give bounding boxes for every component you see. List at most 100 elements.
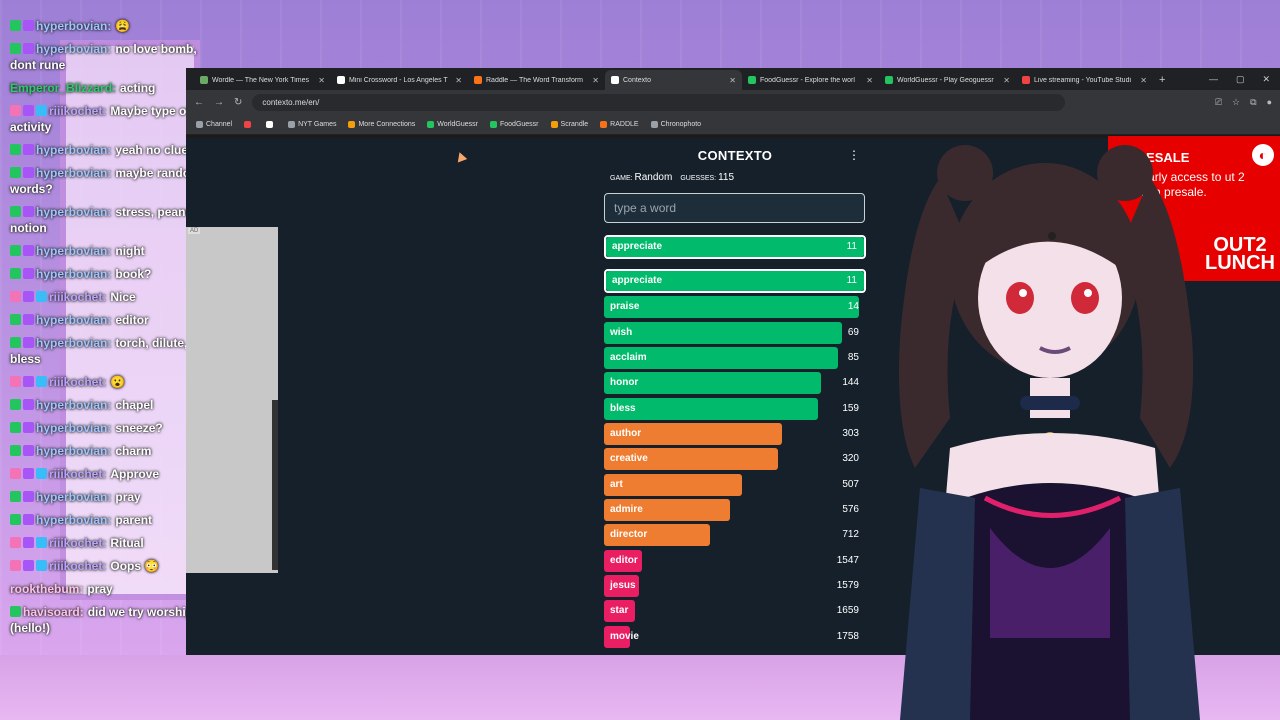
guess-word: acclaim xyxy=(610,352,647,364)
close-window-icon[interactable]: ✕ xyxy=(1262,74,1270,85)
browser-tab[interactable]: Raddle — The Word Transform ✕ xyxy=(468,70,605,90)
chat-text: charm xyxy=(115,444,152,458)
chat-message: hyperbovian: charm xyxy=(10,443,215,459)
chat-text: acting xyxy=(120,81,156,95)
presale-brand: OUT2 LUNCH xyxy=(1205,234,1275,274)
bookmark-item[interactable]: FoodGuessr xyxy=(490,121,539,128)
guess-rank: 159 xyxy=(842,402,859,414)
tab-close-icon[interactable]: ✕ xyxy=(1140,76,1147,85)
guess-row: wish 69 xyxy=(604,321,866,344)
url-field[interactable]: contexto.me/en/ xyxy=(252,94,1065,111)
tab-strip: Wordle — The New York Times ✕ Mini Crosswo… xyxy=(186,68,1280,90)
reload-icon[interactable]: ↻ xyxy=(234,97,242,108)
word-input[interactable] xyxy=(604,193,865,223)
chat-message: hyperbovian: 😩 xyxy=(10,18,215,34)
bookmark-icon xyxy=(650,121,658,128)
tab-close-icon[interactable]: ✕ xyxy=(1003,76,1010,85)
chat-message: hyperbovian: stress, peanut, notion xyxy=(10,204,215,236)
guess-word: wish xyxy=(610,326,633,338)
guess-rank: 1758 xyxy=(836,630,859,642)
bookmarks-bar: Channel NYT Games More Connections WorldGue… xyxy=(186,115,1280,135)
chat-username: hyperbovian: xyxy=(36,398,112,412)
tab-close-icon[interactable]: ✕ xyxy=(866,76,873,85)
tab-title: FoodGuessr - Explore the worl xyxy=(760,76,855,84)
chat-username: hyperbovian: xyxy=(36,444,112,458)
chat-badge-icon xyxy=(10,491,21,502)
chat-username: rookthebum: xyxy=(10,582,84,596)
profile-icon[interactable]: ● xyxy=(1267,97,1272,108)
bookmark-icon xyxy=(490,121,497,128)
bookmark-icon xyxy=(600,121,608,128)
bookmark-label: Chronophoto xyxy=(660,121,702,128)
forward-icon[interactable]: → xyxy=(214,97,224,108)
browser-tab[interactable]: Mini Crossword - Los Angeles T ✕ xyxy=(331,70,468,90)
bookmark-item[interactable]: Chronophoto xyxy=(650,121,702,128)
chat-message: riiikochet: Approve xyxy=(10,466,215,482)
menu-kebab-icon[interactable]: ⋮ xyxy=(848,148,860,162)
tab-favicon-icon xyxy=(748,76,756,84)
tab-title: Mini Crossword - Los Angeles T xyxy=(349,76,448,84)
bookmark-item[interactable]: Scrandle xyxy=(550,121,588,128)
guess-word: editor xyxy=(610,554,638,566)
chat-badges xyxy=(10,312,36,328)
bookmark-icon xyxy=(288,121,296,128)
guess-row: bless 159 xyxy=(604,397,866,420)
bookmark-item[interactable]: WorldGuessr xyxy=(427,121,478,128)
tab-favicon-icon xyxy=(611,76,619,84)
contexto-app: CONTEXTO ⋮ GAME: Random GUESSES: 115 app… xyxy=(604,138,866,655)
chat-badge-icon xyxy=(23,245,34,256)
guess-rank: 320 xyxy=(842,453,859,465)
browser-tab[interactable]: FoodGuessr - Explore the worl ✕ xyxy=(742,70,879,90)
chat-message: hyperbovian: editor xyxy=(10,312,215,328)
chat-username: hyperbovian: xyxy=(36,421,112,435)
guess-rank: 303 xyxy=(842,428,859,440)
chat-badge-icon xyxy=(23,105,34,116)
chat-badge-icon xyxy=(10,445,21,456)
tab-close-icon[interactable]: ✕ xyxy=(592,76,599,85)
browser-tab[interactable]: Wordle — The New York Times ✕ xyxy=(194,70,331,90)
chat-badge-icon xyxy=(10,337,21,348)
bookmark-icon xyxy=(196,121,203,128)
bookmark-item[interactable] xyxy=(244,121,254,128)
bookmark-item[interactable]: Channel xyxy=(196,121,232,128)
guess-rank: 1579 xyxy=(836,580,859,592)
chat-text: parent xyxy=(115,513,153,527)
chat-username: hyperbovian: xyxy=(36,166,112,180)
new-tab-icon[interactable]: + xyxy=(1153,74,1165,90)
guess-row: author 303 xyxy=(604,423,866,446)
app-title: CONTEXTO xyxy=(697,147,773,163)
bookmark-item[interactable]: NYT Games xyxy=(288,121,336,128)
tab-close-icon[interactable]: ✕ xyxy=(455,76,462,85)
guess-rank: 144 xyxy=(842,377,859,389)
left-ad-banner[interactable] xyxy=(186,227,278,573)
bookmark-star-icon[interactable]: ☆ xyxy=(1232,97,1240,108)
bookmark-item[interactable] xyxy=(266,121,276,128)
chat-username: hyperbovian: xyxy=(36,143,112,157)
guess-word: appreciate xyxy=(612,275,663,286)
bookmark-item[interactable]: RADDLE xyxy=(600,121,639,128)
extensions-icon[interactable]: ⧉ xyxy=(1250,97,1256,108)
back-icon[interactable]: ← xyxy=(194,97,204,108)
tab-close-icon[interactable]: ✕ xyxy=(729,76,736,85)
cast-icon[interactable]: ⎚ xyxy=(1215,97,1222,108)
tab-title: Raddle — The Word Transform xyxy=(486,76,584,84)
maximize-icon[interactable]: ▢ xyxy=(1236,74,1245,85)
game-label: GAME: Random xyxy=(610,172,673,183)
bookmark-item[interactable]: More Connections xyxy=(348,121,415,128)
chat-text: 😮 xyxy=(110,375,126,389)
chat-badges xyxy=(10,489,36,505)
chat-badges xyxy=(10,142,36,158)
tab-favicon-icon xyxy=(1022,76,1030,84)
chat-badges xyxy=(10,165,36,181)
chat-username: hyperbovian: xyxy=(36,42,112,56)
browser-tab[interactable]: Contexto ✕ xyxy=(605,70,742,90)
chat-badge-icon xyxy=(10,144,21,155)
minimize-icon[interactable]: — xyxy=(1209,74,1218,85)
chat-badge-icon xyxy=(23,399,34,410)
tab-close-icon[interactable]: ✕ xyxy=(318,76,325,85)
chat-badge-icon xyxy=(10,399,21,410)
chat-badge-icon xyxy=(23,422,34,433)
browser-tab[interactable]: Live streaming - YouTube Studi ✕ xyxy=(1016,70,1153,90)
browser-tab[interactable]: WorldGuessr - Play Geoguessr ✕ xyxy=(879,70,1016,90)
chat-badge-icon xyxy=(10,206,21,217)
